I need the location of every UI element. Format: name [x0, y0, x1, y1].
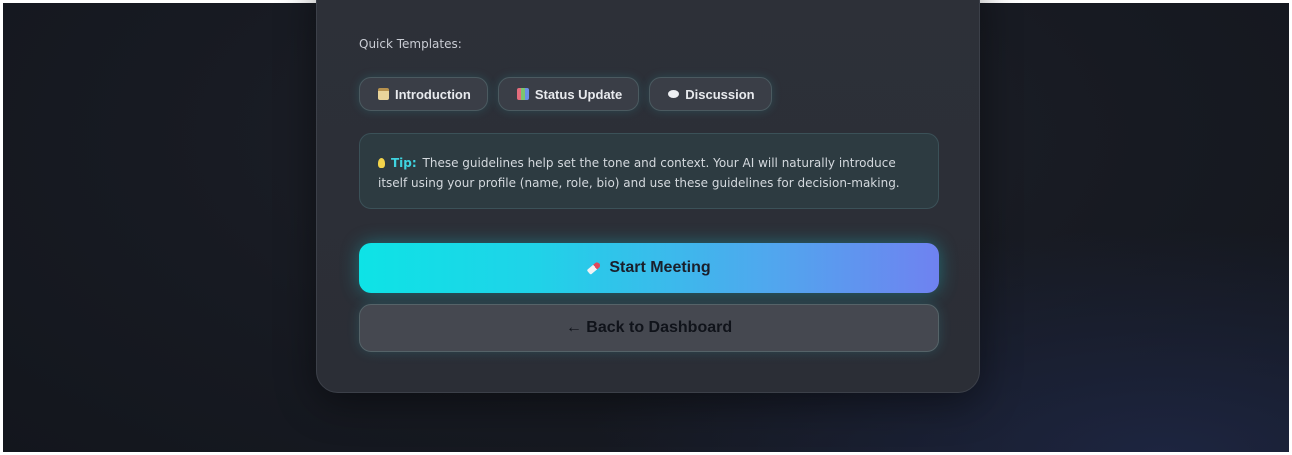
back-to-dashboard-label: ← Back to Dashboard [565, 319, 733, 336]
start-meeting-button[interactable]: Start Meeting [359, 243, 939, 293]
lightbulb-icon [378, 158, 385, 168]
bar-chart-icon [516, 88, 529, 100]
tip-box: Tip: These guidelines help set the tone … [359, 133, 939, 209]
speech-bubble-icon [668, 90, 680, 98]
template-status-update-button[interactable]: Status Update [497, 77, 640, 111]
start-meeting-label: Start Meeting [609, 259, 711, 276]
window-border-left [0, 0, 3, 455]
template-discussion-label: Discussion [685, 86, 755, 102]
template-introduction-label: Introduction [395, 86, 471, 102]
back-to-dashboard-button[interactable]: ← Back to Dashboard [359, 304, 939, 352]
template-status-update-label: Status Update [534, 86, 623, 102]
clipboard-icon [378, 88, 389, 100]
template-introduction-button[interactable]: Introduction [359, 77, 488, 111]
rocket-icon [587, 261, 602, 275]
quick-templates-label: Quick Templates: [359, 37, 462, 51]
tip-label: Tip: [391, 156, 417, 170]
template-discussion-button[interactable]: Discussion [649, 77, 772, 111]
tip-text: These guidelines help set the tone and c… [378, 156, 900, 190]
quick-templates-list: Introduction Status Update Discussion [359, 77, 772, 111]
meeting-setup-card: Quick Templates: Introduction Status Upd… [316, 0, 980, 393]
